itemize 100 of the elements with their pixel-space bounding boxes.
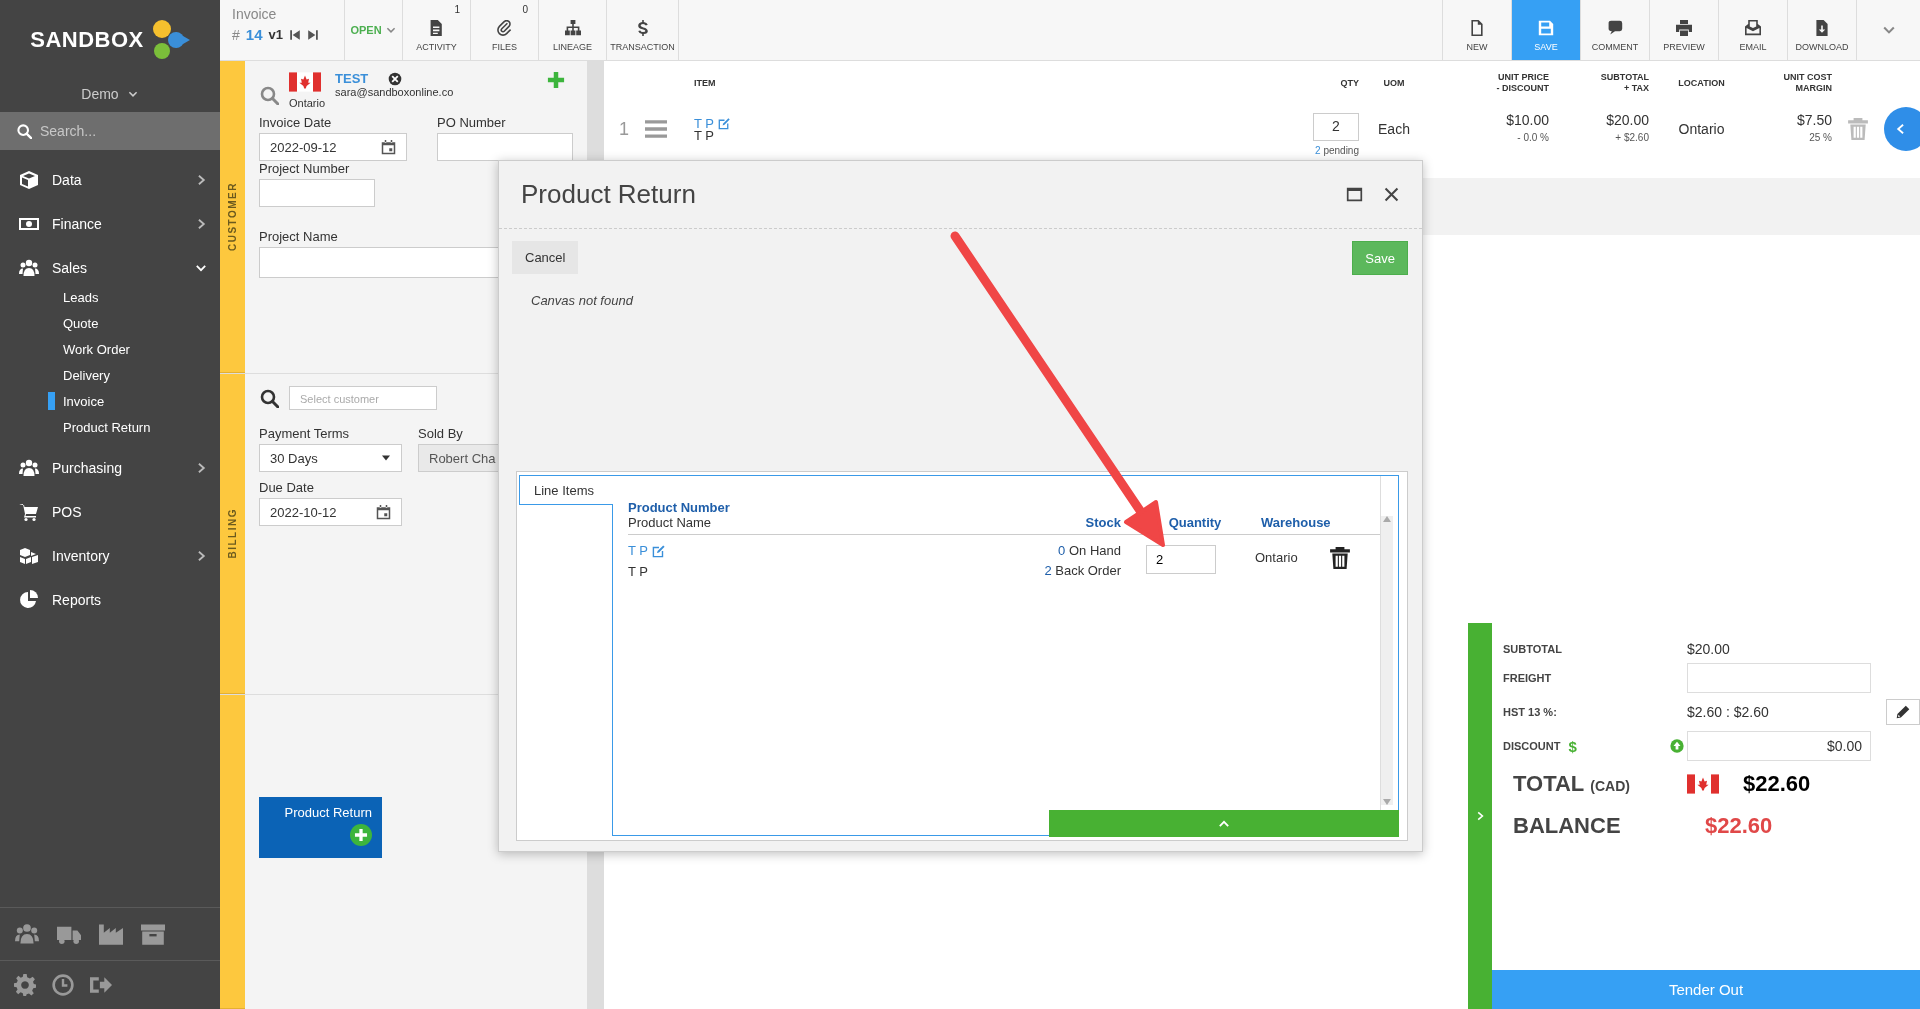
menu-item[interactable]: Inventory — [0, 534, 220, 578]
document-icon — [428, 20, 445, 36]
freight-field[interactable] — [1687, 663, 1871, 693]
menu-item[interactable]: Purchasing — [0, 446, 220, 490]
count-label: 1 — [454, 4, 460, 15]
delete-icon[interactable] — [1329, 545, 1351, 571]
subtotal-label: SUBTOTAL — [1503, 643, 1563, 655]
clock-icon[interactable] — [52, 974, 74, 996]
scrollbar[interactable] — [1381, 516, 1393, 805]
date-field[interactable]: 2022-10-12 — [259, 498, 402, 526]
pending-count: 2 pending — [1315, 144, 1359, 156]
quantity-field[interactable]: 2 — [1146, 545, 1216, 574]
product-return-button[interactable]: Product Return — [259, 797, 382, 858]
column-header: UOM — [1383, 77, 1405, 89]
menu-item[interactable]: Data — [0, 158, 220, 202]
cancel-button[interactable]: Cancel — [512, 241, 579, 274]
submenu-item[interactable]: Product Return — [0, 414, 220, 440]
column-header: SUBTOTAL — [1600, 72, 1649, 83]
field-label: Payment Terms — [259, 426, 350, 441]
toolbar-button[interactable]: COMMENT — [1580, 0, 1649, 60]
settings-icon[interactable] — [14, 974, 36, 996]
upload-circle-icon[interactable] — [1670, 739, 1684, 753]
discount-value: - 0.0 % — [1517, 132, 1549, 143]
quantity-field[interactable]: 2 — [1313, 112, 1359, 141]
field-label: Project Number — [259, 161, 350, 176]
scroll-up-icon[interactable] — [1383, 516, 1391, 522]
edit-icon[interactable] — [718, 117, 731, 130]
field-label: Due Date — [259, 480, 314, 495]
tab[interactable]: Line Items — [519, 475, 613, 505]
subtotal-value: $20.00 — [1606, 115, 1649, 126]
submenu-item[interactable]: Work Order — [0, 336, 220, 362]
brand-logo-text: SANDBOX — [30, 27, 144, 53]
scroll-down-icon[interactable] — [1383, 799, 1391, 805]
download-icon — [1814, 20, 1830, 36]
discount-field[interactable]: $0.00 — [1687, 731, 1871, 761]
item-name: T P — [694, 130, 715, 141]
total-label: TOTAL — [1513, 771, 1585, 797]
last-page-icon[interactable] — [306, 28, 319, 41]
submenu-item[interactable]: Invoice — [0, 388, 220, 414]
freight-label: FREIGHT — [1503, 672, 1553, 684]
people-icon — [16, 458, 42, 478]
column-header: Warehouse — [1260, 515, 1329, 530]
balance-label: BALANCE — [1513, 813, 1621, 839]
toolbar-button[interactable]: LINEAGE — [539, 0, 607, 60]
column-subheader: - DISCOUNT — [1496, 83, 1549, 94]
customer-search-field[interactable]: Select customer — [289, 386, 437, 410]
toolbar-button[interactable]: TRANSACTION — [607, 0, 679, 60]
subtotal-amount: $20.00 — [1687, 641, 1730, 657]
account-name[interactable]: Demo — [81, 86, 119, 102]
menu-item[interactable]: Reports — [0, 578, 220, 622]
tax-value: + $2.60 — [1615, 132, 1649, 143]
number-sign: # — [232, 26, 240, 43]
archive-box-icon[interactable] — [140, 922, 166, 946]
collapse-button[interactable] — [1884, 107, 1920, 151]
close-icon — [1383, 186, 1400, 203]
search-field[interactable]: Search... — [0, 112, 220, 150]
column-header: Stock — [1084, 515, 1121, 530]
uom-cell-text: Each — [1377, 121, 1411, 137]
menu-item[interactable]: POS — [0, 490, 220, 534]
submenu-item[interactable]: Delivery — [0, 362, 220, 388]
field-label: Invoice Date — [259, 115, 332, 130]
flag-icon — [289, 71, 321, 93]
submenu-item[interactable]: Quote — [0, 310, 220, 336]
paperclip-icon — [496, 20, 513, 36]
customer-search-input[interactable]: Select customer — [300, 390, 426, 406]
drag-handle-icon[interactable] — [644, 118, 668, 140]
date-field[interactable]: 2022-09-12 — [259, 133, 407, 161]
toolbar-button[interactable]: 0 FILES — [471, 0, 539, 60]
on-hand-stock: 0 On Hand — [1057, 543, 1121, 558]
toolbar-button[interactable]: DOWNLOAD — [1787, 0, 1856, 60]
file-icon — [1469, 20, 1485, 36]
calendar-icon — [376, 504, 391, 520]
flag-icon — [1687, 773, 1719, 795]
hierarchy-icon — [564, 20, 581, 36]
edit-tax-button[interactable] — [1886, 699, 1920, 725]
column-header: Product Name — [628, 515, 713, 530]
section-label: CUSTOMER — [227, 181, 238, 251]
input-field[interactable] — [259, 179, 375, 207]
search-input[interactable]: Search... — [40, 123, 190, 139]
edit-icon[interactable] — [652, 543, 666, 558]
total-amount: $22.60 — [1743, 771, 1811, 797]
factory-icon[interactable] — [98, 922, 124, 946]
count-label: 0 — [522, 4, 528, 15]
add-icon[interactable] — [547, 71, 565, 89]
sign-out-icon[interactable] — [90, 974, 112, 996]
toolbar-button[interactable]: PREVIEW — [1649, 0, 1718, 60]
section-label: BILLING — [227, 508, 238, 559]
search-icon[interactable] — [259, 388, 279, 408]
toolbar-button[interactable]: 1 ACTIVITY — [403, 0, 471, 60]
menu-item[interactable]: Finance — [0, 202, 220, 246]
people-icon[interactable] — [14, 922, 40, 946]
pencil-icon — [1896, 705, 1910, 719]
close-button[interactable] — [1383, 186, 1400, 203]
dropdown[interactable]: 30 Days — [259, 444, 402, 472]
remove-icon[interactable] — [388, 71, 403, 86]
first-page-icon[interactable] — [288, 28, 301, 41]
maximize-button[interactable] — [1346, 186, 1363, 203]
input-field[interactable] — [437, 133, 573, 161]
column-subheader: + TAX — [1623, 83, 1649, 94]
toolbar-button[interactable]: EMAIL — [1718, 0, 1787, 60]
